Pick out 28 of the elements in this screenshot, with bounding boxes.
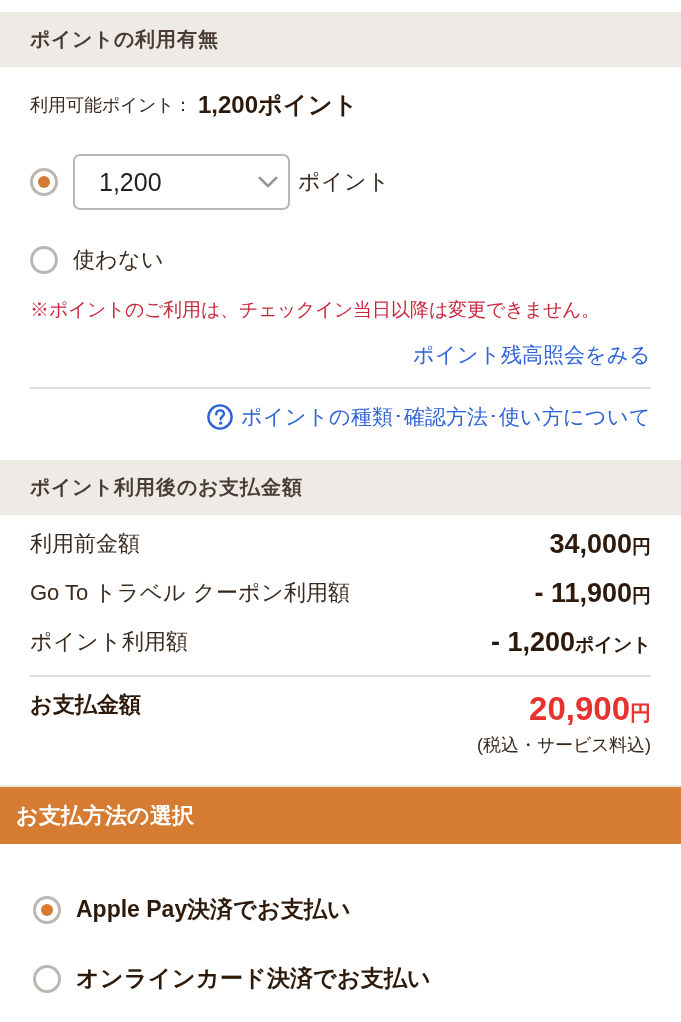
notice-text: ※ポイントのご利用は、チェックイン当日以降は変更できません。 <box>30 298 601 322</box>
total-label: お支払金額 <box>30 691 141 719</box>
payment-option-label: Apple Pay決済でお支払い <box>76 895 352 924</box>
section-header: ポイントの利用有無 <box>0 12 681 67</box>
radio-button[interactable] <box>33 895 61 924</box>
summary-amount: - 1,200ポイント <box>490 626 651 658</box>
points-unit: ポイント <box>298 168 390 196</box>
available-points-value: 1,200ポイント <box>198 90 359 120</box>
summary-label: Go To トラベル クーポン利用額 <box>30 579 350 607</box>
section-header: ポイント利用後のお支払金額 <box>0 460 681 515</box>
section-header: お支払方法の選択 <box>0 787 681 844</box>
radio-button[interactable] <box>30 246 58 274</box>
summary-label: ポイント利用額 <box>30 628 188 656</box>
summary-label: 利用前金額 <box>30 530 140 558</box>
total-amount: 20,900円 <box>529 689 651 729</box>
available-points-label: 利用可能ポイント： <box>30 94 192 117</box>
summary-amount: - 11,900円 <box>534 577 651 609</box>
option-label: 使わない <box>73 246 164 274</box>
summary-amount: 34,000円 <box>549 528 651 560</box>
help-icon <box>207 404 233 430</box>
points-select[interactable]: 1,200 <box>73 154 290 210</box>
radio-button[interactable] <box>33 964 61 993</box>
payment-option-label: オンラインカード決済でお支払い <box>76 964 431 993</box>
tax-note: (税込・サービス料込) <box>477 734 651 757</box>
help-link[interactable]: ポイントの種類･確認方法･使い方について <box>207 404 651 430</box>
chevron-down-icon <box>258 176 278 188</box>
radio-button[interactable] <box>30 168 58 196</box>
balance-link[interactable]: ポイント残高照会をみる <box>413 342 651 368</box>
